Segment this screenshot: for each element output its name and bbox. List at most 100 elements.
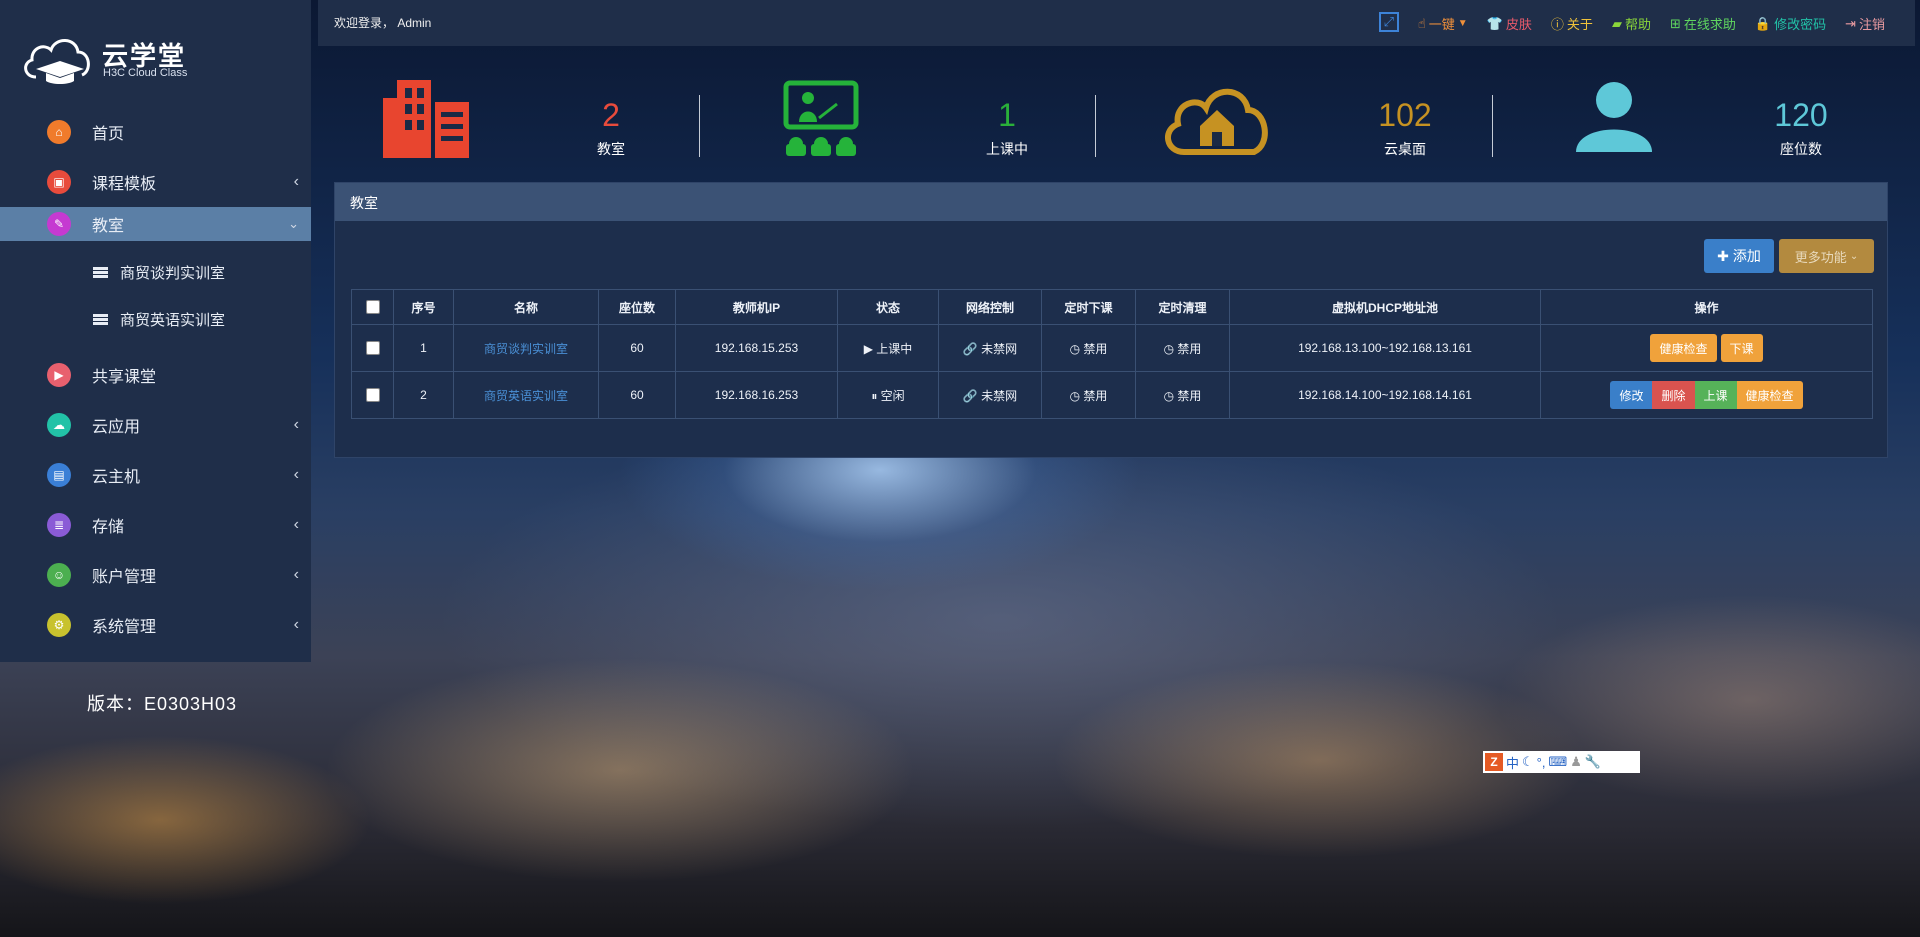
- stat-cloud-desktop-label: 云桌面: [1384, 141, 1426, 157]
- more-functions-label: 更多功能: [1794, 249, 1847, 265]
- add-label: 添加: [1732, 248, 1761, 264]
- cloud-app-icon: ☁: [47, 413, 71, 437]
- user-icon: [1576, 82, 1652, 152]
- sidebar-subitem-label: 商贸英语实训室: [120, 312, 226, 329]
- clock-icon: ◷: [1069, 388, 1081, 403]
- chevron-left-icon: ‹: [293, 616, 299, 633]
- template-icon: ▣: [47, 170, 71, 194]
- home-icon: ⌂: [47, 120, 71, 144]
- sidebar-item-cloud-host[interactable]: ▤ 云主机 ‹: [0, 450, 311, 500]
- timed-clean-status: 禁用: [1177, 341, 1202, 356]
- one-click-button[interactable]: ☝ 一键 ▼: [1418, 14, 1468, 33]
- logout-label: 注销: [1858, 17, 1885, 32]
- more-functions-button[interactable]: 更多功能 ⌄: [1779, 239, 1874, 273]
- status-badge: 上课中: [876, 341, 913, 356]
- end-class-button[interactable]: 下课: [1720, 334, 1763, 362]
- column-header: 状态: [837, 289, 939, 325]
- stat-classroom-value: 2: [602, 97, 620, 133]
- row-dhcp-pool: 192.168.14.100~192.168.14.161: [1229, 371, 1541, 419]
- fullscreen-icon[interactable]: ⤢: [1378, 11, 1399, 32]
- row-status-cell: ▶ 上课中: [837, 324, 939, 372]
- classroom-panel: 教室 ✚ 添加 更多功能 ⌄ 序号 名称 座位数 教师机IP 状态 网络控制 定…: [334, 182, 1888, 458]
- moon-icon[interactable]: ☾: [1522, 754, 1534, 770]
- user-icon[interactable]: ♟: [1570, 754, 1582, 770]
- row-timed-clean-cell[interactable]: ◷ 禁用: [1135, 371, 1230, 419]
- sidebar-item-shared-class[interactable]: ▶ 共享课堂: [0, 350, 311, 400]
- add-button[interactable]: ✚ 添加: [1704, 239, 1774, 273]
- keyboard-icon[interactable]: ⌨: [1548, 754, 1567, 770]
- sidebar-item-account[interactable]: ☺ 账户管理 ‹: [0, 550, 311, 600]
- sidebar-item-label: 首页: [92, 126, 125, 143]
- sidebar-item-label: 云应用: [92, 419, 141, 436]
- delete-button[interactable]: 删除: [1652, 381, 1695, 409]
- chevron-left-icon: ‹: [293, 566, 299, 583]
- storage-icon: ≣: [47, 513, 71, 537]
- row-checkbox[interactable]: [365, 341, 380, 356]
- clock-icon: ◷: [1069, 341, 1081, 356]
- row-network-cell[interactable]: 🔗 未禁网: [938, 371, 1042, 419]
- cloud-cap-icon: [24, 39, 90, 84]
- column-header: 教师机IP: [675, 289, 838, 325]
- row-ops-cell: 修改 删除 上课 健康检查: [1540, 371, 1873, 419]
- medkit-icon: ⊞: [1669, 15, 1681, 31]
- health-check-button[interactable]: 健康检查: [1650, 334, 1717, 362]
- question-circle-icon: ⓘ: [1550, 17, 1564, 32]
- skin-button[interactable]: 👕 皮肤: [1487, 14, 1532, 33]
- panel-title: 教室: [335, 183, 1887, 221]
- stat-in-class-value: 1: [998, 97, 1016, 133]
- sidebar-item-label: 存储: [92, 519, 125, 536]
- online-help-button[interactable]: ⊞ 在线求助: [1670, 14, 1736, 33]
- select-all-checkbox[interactable]: [365, 300, 380, 315]
- help-button[interactable]: ▰ 帮助: [1612, 14, 1651, 33]
- sidebar-subitem-english-room[interactable]: 商贸英语实训室: [0, 296, 311, 343]
- column-header: 网络控制: [938, 289, 1042, 325]
- share-class-icon: ▶: [47, 363, 71, 387]
- health-check-button[interactable]: 健康检查: [1736, 381, 1803, 409]
- sidebar-subitem-negotiation-room[interactable]: 商贸谈判实训室: [0, 249, 311, 296]
- row-checkbox[interactable]: [365, 388, 380, 403]
- sidebar-item-storage[interactable]: ≣ 存储 ‹: [0, 500, 311, 550]
- row-select-cell: [351, 324, 394, 372]
- stat-in-class-label: 上课中: [986, 141, 1028, 157]
- row-network-cell[interactable]: 🔗 未禁网: [938, 324, 1042, 372]
- chevron-left-icon: ‹: [293, 516, 299, 533]
- sidebar-item-system[interactable]: ⚙ 系统管理 ‹: [0, 600, 311, 650]
- table-row: 2 商贸英语实训室 60 192.168.16.253 ⏸ 空闲 🔗 未禁网 ◷…: [351, 371, 1873, 419]
- wrench-icon[interactable]: 🔧: [1585, 754, 1601, 770]
- logout-button[interactable]: ⇥ 注销: [1845, 14, 1885, 33]
- plus-icon: ✚: [1717, 247, 1729, 264]
- row-timed-end-cell[interactable]: ◷ 禁用: [1041, 324, 1136, 372]
- classroom-name-link[interactable]: 商贸谈判实训室: [484, 342, 568, 356]
- row-seats: 60: [598, 324, 676, 372]
- sidebar-item-classroom[interactable]: ✎ 教室 ⌄: [0, 207, 311, 241]
- about-label: 关于: [1566, 17, 1593, 32]
- brand-logo: 云学堂 H3C Cloud Class: [22, 30, 282, 86]
- sidebar-item-cloud-app[interactable]: ☁ 云应用 ‹: [0, 400, 311, 450]
- ime-mode-toggle[interactable]: 中: [1506, 753, 1519, 772]
- server-list-icon: [93, 267, 108, 278]
- punctuation-icon[interactable]: °,: [1537, 755, 1546, 770]
- sidebar-item-course-template[interactable]: ▣ 课程模板 ‹: [0, 157, 311, 207]
- start-class-button[interactable]: 上课: [1694, 381, 1737, 409]
- top-bar: 欢迎登录， Admin ⤢ ☝ 一键 ▼ 👕 皮肤 ⓘ 关于 ▰ 帮助 ⊞ 在线…: [318, 0, 1915, 46]
- lock-icon: 🔒: [1754, 15, 1772, 31]
- online-help-label: 在线求助: [1683, 17, 1736, 32]
- edit-button[interactable]: 修改: [1610, 381, 1653, 409]
- row-teacher-ip: 192.168.16.253: [675, 371, 838, 419]
- row-timed-end-cell[interactable]: ◷ 禁用: [1041, 371, 1136, 419]
- stat-seats-label: 座位数: [1780, 141, 1822, 157]
- timed-clean-status: 禁用: [1177, 388, 1202, 403]
- skin-label: 皮肤: [1505, 17, 1532, 32]
- column-header: 定时清理: [1135, 289, 1230, 325]
- change-password-label: 修改密码: [1774, 17, 1827, 32]
- sidebar-item-home[interactable]: ⌂ 首页: [0, 107, 311, 157]
- stat-divider: [1095, 95, 1096, 157]
- change-password-button[interactable]: 🔒 修改密码: [1755, 14, 1826, 33]
- ime-logo-icon[interactable]: Z: [1485, 753, 1503, 771]
- chevron-down-icon: ⌄: [288, 216, 299, 231]
- row-teacher-ip: 192.168.15.253: [675, 324, 838, 372]
- shirt-icon: 👕: [1486, 15, 1503, 31]
- classroom-name-link[interactable]: 商贸英语实训室: [484, 389, 568, 403]
- about-button[interactable]: ⓘ 关于: [1551, 14, 1593, 33]
- row-timed-clean-cell[interactable]: ◷ 禁用: [1135, 324, 1230, 372]
